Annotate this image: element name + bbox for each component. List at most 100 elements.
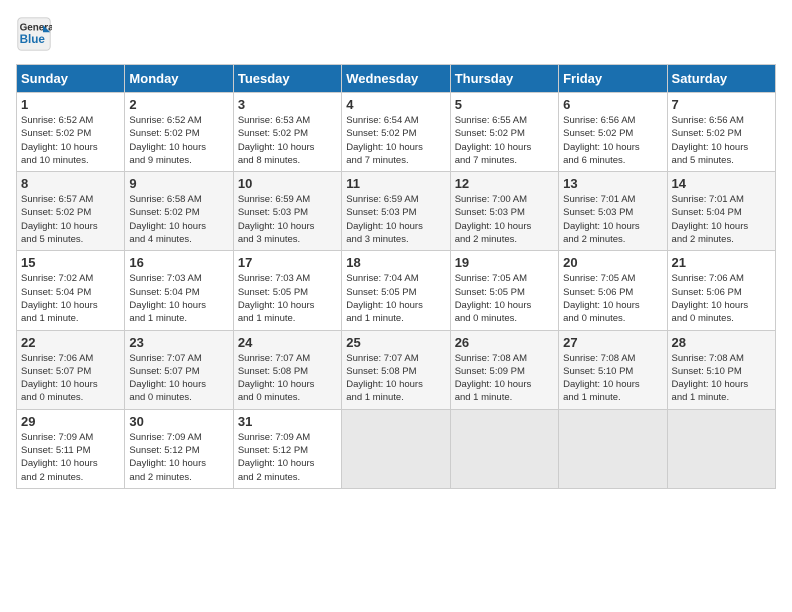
day-info-text: Sunrise: 7:07 AM Sunset: 5:08 PM Dayligh… [346, 352, 445, 405]
calendar-cell: 31 Sunrise: 7:09 AM Sunset: 5:12 PM Dayli… [233, 409, 341, 488]
day-number: 25 [346, 335, 445, 350]
day-info-text: Sunrise: 7:01 AM Sunset: 5:04 PM Dayligh… [672, 193, 771, 246]
calendar-cell: 2 Sunrise: 6:52 AM Sunset: 5:02 PM Daylig… [125, 93, 233, 172]
calendar-cell: 24 Sunrise: 7:07 AM Sunset: 5:08 PM Dayli… [233, 330, 341, 409]
day-info-text: Sunrise: 7:06 AM Sunset: 5:07 PM Dayligh… [21, 352, 120, 405]
day-number: 9 [129, 176, 228, 191]
day-info-text: Sunrise: 7:05 AM Sunset: 5:06 PM Dayligh… [563, 272, 662, 325]
calendar-cell [342, 409, 450, 488]
day-number: 18 [346, 255, 445, 270]
calendar-cell [450, 409, 558, 488]
day-number: 8 [21, 176, 120, 191]
calendar-cell: 11Sunrise: 6:59 AM Sunset: 5:03 PM Dayli… [342, 172, 450, 251]
calendar-cell: 13 Sunrise: 7:01 AM Sunset: 5:03 PM Dayli… [559, 172, 667, 251]
calendar-cell: 28 Sunrise: 7:08 AM Sunset: 5:10 PM Dayli… [667, 330, 775, 409]
calendar-cell: 12 Sunrise: 7:00 AM Sunset: 5:03 PM Dayli… [450, 172, 558, 251]
day-info-text: Sunrise: 7:07 AM Sunset: 5:07 PM Dayligh… [129, 352, 228, 405]
day-number: 19 [455, 255, 554, 270]
calendar-week-row: 15Sunrise: 7:02 AM Sunset: 5:04 PM Dayli… [17, 251, 776, 330]
calendar-cell: 1Sunrise: 6:52 AM Sunset: 5:02 PM Daylig… [17, 93, 125, 172]
day-number: 17 [238, 255, 337, 270]
day-info-text: Sunrise: 6:57 AM Sunset: 5:02 PM Dayligh… [21, 193, 120, 246]
day-info-text: Sunrise: 6:53 AM Sunset: 5:02 PM Dayligh… [238, 114, 337, 167]
calendar-cell: 25 Sunrise: 7:07 AM Sunset: 5:08 PM Dayli… [342, 330, 450, 409]
calendar-cell: 22Sunrise: 7:06 AM Sunset: 5:07 PM Dayli… [17, 330, 125, 409]
calendar-cell: 29 Sunrise: 7:09 AM Sunset: 5:11 PM Dayli… [17, 409, 125, 488]
calendar-cell: 23 Sunrise: 7:07 AM Sunset: 5:07 PM Dayli… [125, 330, 233, 409]
day-header-wednesday: Wednesday [342, 65, 450, 93]
calendar-cell: 9 Sunrise: 6:58 AM Sunset: 5:02 PM Daylig… [125, 172, 233, 251]
day-info-text: Sunrise: 7:09 AM Sunset: 5:11 PM Dayligh… [21, 431, 120, 484]
day-info-text: Sunrise: 7:07 AM Sunset: 5:08 PM Dayligh… [238, 352, 337, 405]
day-info-text: Sunrise: 6:58 AM Sunset: 5:02 PM Dayligh… [129, 193, 228, 246]
calendar-week-row: 29 Sunrise: 7:09 AM Sunset: 5:11 PM Dayli… [17, 409, 776, 488]
logo: General Blue [16, 16, 56, 52]
svg-text:Blue: Blue [20, 33, 46, 46]
day-header-thursday: Thursday [450, 65, 558, 93]
day-number: 27 [563, 335, 662, 350]
day-info-text: Sunrise: 7:09 AM Sunset: 5:12 PM Dayligh… [129, 431, 228, 484]
day-number: 4 [346, 97, 445, 112]
day-number: 6 [563, 97, 662, 112]
calendar-cell: 27 Sunrise: 7:08 AM Sunset: 5:10 PM Dayli… [559, 330, 667, 409]
calendar-week-row: 8 Sunrise: 6:57 AM Sunset: 5:02 PM Daylig… [17, 172, 776, 251]
day-info-text: Sunrise: 6:54 AM Sunset: 5:02 PM Dayligh… [346, 114, 445, 167]
calendar-cell: 5 Sunrise: 6:55 AM Sunset: 5:02 PM Daylig… [450, 93, 558, 172]
day-header-sunday: Sunday [17, 65, 125, 93]
day-number: 29 [21, 414, 120, 429]
calendar-cell: 20 Sunrise: 7:05 AM Sunset: 5:06 PM Dayli… [559, 251, 667, 330]
logo-icon: General Blue [16, 16, 52, 52]
day-header-friday: Friday [559, 65, 667, 93]
day-number: 28 [672, 335, 771, 350]
day-number: 26 [455, 335, 554, 350]
calendar-cell: 19 Sunrise: 7:05 AM Sunset: 5:05 PM Dayli… [450, 251, 558, 330]
day-header-tuesday: Tuesday [233, 65, 341, 93]
day-info-text: Sunrise: 7:00 AM Sunset: 5:03 PM Dayligh… [455, 193, 554, 246]
day-number: 20 [563, 255, 662, 270]
calendar-cell: 14 Sunrise: 7:01 AM Sunset: 5:04 PM Dayli… [667, 172, 775, 251]
calendar-cell: 4 Sunrise: 6:54 AM Sunset: 5:02 PM Daylig… [342, 93, 450, 172]
calendar-cell: 8 Sunrise: 6:57 AM Sunset: 5:02 PM Daylig… [17, 172, 125, 251]
day-number: 15 [21, 255, 120, 270]
day-number: 14 [672, 176, 771, 191]
day-info-text: Sunrise: 6:56 AM Sunset: 5:02 PM Dayligh… [563, 114, 662, 167]
calendar-cell: 6 Sunrise: 6:56 AM Sunset: 5:02 PM Daylig… [559, 93, 667, 172]
day-info-text: Sunrise: 7:04 AM Sunset: 5:05 PM Dayligh… [346, 272, 445, 325]
calendar-table: SundayMondayTuesdayWednesdayThursdayFrid… [16, 64, 776, 489]
day-number: 30 [129, 414, 228, 429]
calendar-cell: 10Sunrise: 6:59 AM Sunset: 5:03 PM Dayli… [233, 172, 341, 251]
day-number: 2 [129, 97, 228, 112]
day-number: 5 [455, 97, 554, 112]
day-info-text: Sunrise: 7:08 AM Sunset: 5:09 PM Dayligh… [455, 352, 554, 405]
day-number: 24 [238, 335, 337, 350]
day-info-text: Sunrise: 7:09 AM Sunset: 5:12 PM Dayligh… [238, 431, 337, 484]
page-header: General Blue [16, 16, 776, 52]
calendar-week-row: 22Sunrise: 7:06 AM Sunset: 5:07 PM Dayli… [17, 330, 776, 409]
day-number: 3 [238, 97, 337, 112]
day-number: 13 [563, 176, 662, 191]
day-number: 12 [455, 176, 554, 191]
day-number: 31 [238, 414, 337, 429]
calendar-cell: 17 Sunrise: 7:03 AM Sunset: 5:05 PM Dayli… [233, 251, 341, 330]
calendar-cell: 26 Sunrise: 7:08 AM Sunset: 5:09 PM Dayli… [450, 330, 558, 409]
day-number: 23 [129, 335, 228, 350]
calendar-cell: 3 Sunrise: 6:53 AM Sunset: 5:02 PM Daylig… [233, 93, 341, 172]
calendar-cell: 15Sunrise: 7:02 AM Sunset: 5:04 PM Dayli… [17, 251, 125, 330]
day-info-text: Sunrise: 7:08 AM Sunset: 5:10 PM Dayligh… [672, 352, 771, 405]
calendar-cell: 30 Sunrise: 7:09 AM Sunset: 5:12 PM Dayli… [125, 409, 233, 488]
day-info-text: Sunrise: 7:01 AM Sunset: 5:03 PM Dayligh… [563, 193, 662, 246]
day-info-text: Sunrise: 6:52 AM Sunset: 5:02 PM Dayligh… [21, 114, 120, 167]
day-number: 10 [238, 176, 337, 191]
day-header-monday: Monday [125, 65, 233, 93]
calendar-cell: 7Sunrise: 6:56 AM Sunset: 5:02 PM Daylig… [667, 93, 775, 172]
day-info-text: Sunrise: 7:03 AM Sunset: 5:05 PM Dayligh… [238, 272, 337, 325]
day-number: 21 [672, 255, 771, 270]
day-info-text: Sunrise: 6:55 AM Sunset: 5:02 PM Dayligh… [455, 114, 554, 167]
day-info-text: Sunrise: 6:59 AM Sunset: 5:03 PM Dayligh… [346, 193, 445, 246]
calendar-cell: 16Sunrise: 7:03 AM Sunset: 5:04 PM Dayli… [125, 251, 233, 330]
day-info-text: Sunrise: 6:52 AM Sunset: 5:02 PM Dayligh… [129, 114, 228, 167]
day-number: 16 [129, 255, 228, 270]
day-info-text: Sunrise: 7:06 AM Sunset: 5:06 PM Dayligh… [672, 272, 771, 325]
day-info-text: Sunrise: 7:05 AM Sunset: 5:05 PM Dayligh… [455, 272, 554, 325]
day-info-text: Sunrise: 7:08 AM Sunset: 5:10 PM Dayligh… [563, 352, 662, 405]
